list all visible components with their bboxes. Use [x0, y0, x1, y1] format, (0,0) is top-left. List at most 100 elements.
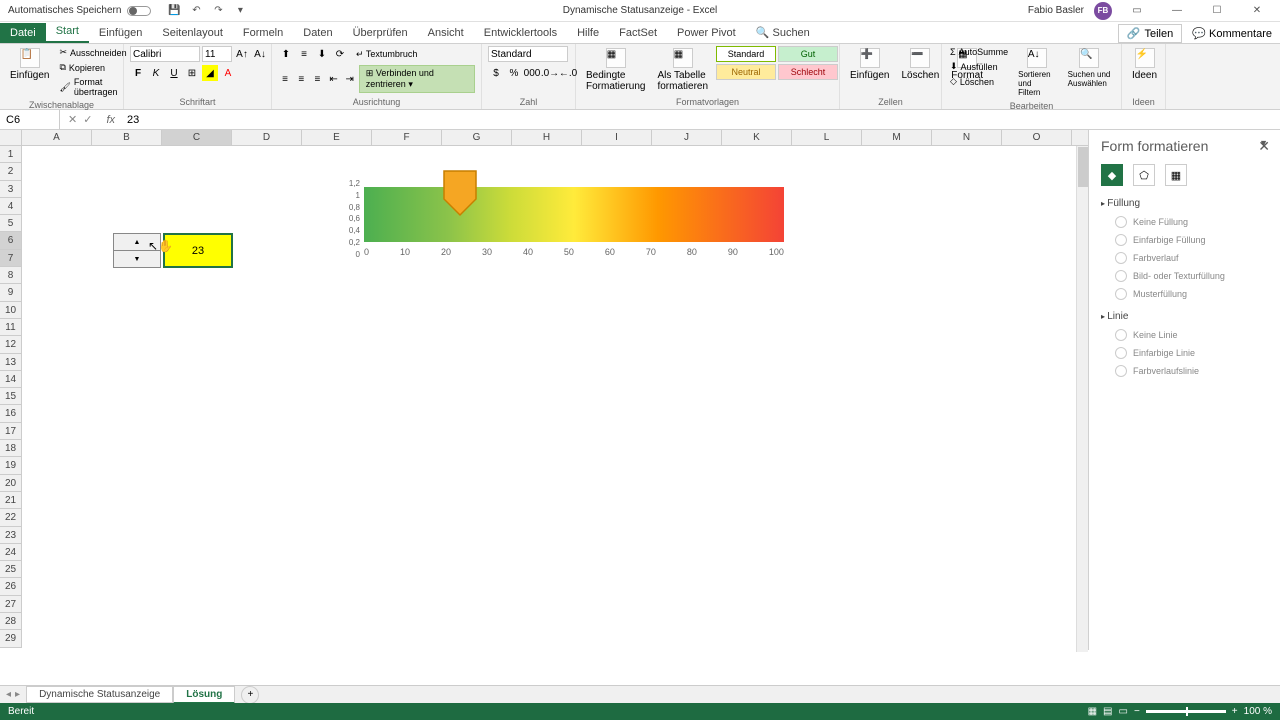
align-left-icon[interactable]: ≡ — [278, 71, 292, 87]
comma-icon[interactable]: 000 — [524, 65, 540, 81]
pane-size-icon[interactable]: ▦ — [1165, 164, 1187, 186]
row-header-21[interactable]: 21 — [0, 492, 21, 509]
delete-cells-button[interactable]: ➖Löschen — [897, 46, 943, 83]
row-header-16[interactable]: 16 — [0, 405, 21, 422]
tab-seitenlayout[interactable]: Seitenlayout — [152, 23, 233, 43]
fill-button[interactable]: ⬇ Ausfüllen — [948, 60, 1010, 73]
close-icon[interactable]: ✕ — [1242, 1, 1272, 21]
vertical-scrollbar[interactable] — [1076, 146, 1088, 652]
ideas-button[interactable]: ⚡Ideen — [1128, 46, 1161, 83]
col-header-B[interactable]: B — [92, 130, 162, 145]
sheet-tab-1[interactable]: Dynamische Statusanzeige — [26, 686, 173, 703]
row-header-3[interactable]: 3 — [0, 181, 21, 198]
opt-gradient-line[interactable]: Farbverlaufslinie — [1101, 362, 1268, 380]
autosum-button[interactable]: Σ AutoSumme — [948, 46, 1010, 58]
row-header-28[interactable]: 28 — [0, 613, 21, 630]
sheet-next-icon[interactable]: ▸ — [15, 689, 20, 700]
row-header-8[interactable]: 8 — [0, 267, 21, 284]
grow-font-icon[interactable]: A↑ — [234, 46, 250, 62]
row-header-4[interactable]: 4 — [0, 198, 21, 215]
share-button[interactable]: 🔗 Teilen — [1118, 24, 1182, 43]
indent-inc-icon[interactable]: ⇥ — [343, 71, 357, 87]
enter-formula-icon[interactable]: ✓ — [83, 113, 92, 126]
tab-einfuegen[interactable]: Einfügen — [89, 23, 152, 43]
col-header-G[interactable]: G — [442, 130, 512, 145]
ribbon-options-icon[interactable]: ▭ — [1122, 1, 1152, 21]
shrink-font-icon[interactable]: A↓ — [252, 46, 268, 62]
view-layout-icon[interactable]: ▤ — [1103, 706, 1112, 717]
tab-entwicklertools[interactable]: Entwicklertools — [474, 23, 567, 43]
paste-button[interactable]: 📋Einfügen — [6, 46, 53, 83]
style-neutral[interactable]: Neutral — [716, 64, 776, 80]
select-all-corner[interactable] — [0, 130, 22, 145]
tab-start[interactable]: Start — [46, 21, 89, 43]
zoom-out-icon[interactable]: − — [1134, 706, 1140, 717]
number-format-select[interactable] — [488, 46, 568, 62]
clear-button[interactable]: ◇ Löschen — [948, 75, 1010, 88]
pane-close-icon[interactable]: ✕ — [1258, 138, 1270, 155]
spinner-control[interactable]: ▲ ▼ — [113, 233, 161, 268]
autosave-toggle[interactable]: Automatisches Speichern — [0, 5, 159, 16]
sheet-tab-2[interactable]: Lösung — [173, 686, 235, 704]
find-select-button[interactable]: 🔍Suchen und Auswählen — [1064, 46, 1115, 90]
tab-factset[interactable]: FactSet — [609, 23, 667, 43]
col-header-C[interactable]: C — [162, 130, 232, 145]
zoom-slider[interactable] — [1146, 710, 1226, 713]
row-header-11[interactable]: 11 — [0, 319, 21, 336]
row-header-18[interactable]: 18 — [0, 440, 21, 457]
save-icon[interactable]: 💾 — [167, 4, 181, 18]
formula-input[interactable]: 23 — [121, 114, 1280, 126]
pane-effects-icon[interactable]: ⬠ — [1133, 164, 1155, 186]
row-header-14[interactable]: 14 — [0, 371, 21, 388]
row-header-17[interactable]: 17 — [0, 423, 21, 440]
tab-powerpivot[interactable]: Power Pivot — [667, 23, 746, 43]
tab-ansicht[interactable]: Ansicht — [418, 23, 474, 43]
col-header-L[interactable]: L — [792, 130, 862, 145]
user-avatar[interactable]: FB — [1094, 2, 1112, 20]
font-color-button[interactable]: A — [220, 65, 236, 81]
redo-icon[interactable]: ↷ — [211, 4, 225, 18]
row-header-23[interactable]: 23 — [0, 527, 21, 544]
align-middle-icon[interactable]: ≡ — [296, 46, 312, 62]
tab-daten[interactable]: Daten — [293, 23, 342, 43]
col-header-N[interactable]: N — [932, 130, 1002, 145]
style-schlecht[interactable]: Schlecht — [778, 64, 838, 80]
toggle-switch[interactable] — [127, 6, 151, 16]
row-header-24[interactable]: 24 — [0, 544, 21, 561]
row-header-25[interactable]: 25 — [0, 561, 21, 578]
border-button[interactable]: ⊞ — [184, 65, 200, 81]
percent-icon[interactable]: % — [506, 65, 522, 81]
minimize-icon[interactable]: — — [1162, 1, 1192, 21]
row-header-9[interactable]: 9 — [0, 284, 21, 301]
spinner-down-icon[interactable]: ▼ — [114, 251, 160, 267]
section-line[interactable]: Linie — [1101, 311, 1268, 322]
opt-no-line[interactable]: Keine Linie — [1101, 326, 1268, 344]
dec-decimal-icon[interactable]: ←.0 — [560, 65, 576, 81]
align-top-icon[interactable]: ⬆ — [278, 46, 294, 62]
row-header-20[interactable]: 20 — [0, 475, 21, 492]
row-header-27[interactable]: 27 — [0, 596, 21, 613]
opt-gradient-fill[interactable]: Farbverlauf — [1101, 249, 1268, 267]
pane-fill-line-icon[interactable]: ◆ — [1101, 164, 1123, 186]
search-box[interactable]: 🔍 Suchen — [746, 22, 820, 43]
row-header-19[interactable]: 19 — [0, 457, 21, 474]
underline-button[interactable]: U — [166, 65, 182, 81]
col-header-I[interactable]: I — [582, 130, 652, 145]
zoom-level[interactable]: 100 % — [1244, 706, 1272, 717]
tab-ueberpruefen[interactable]: Überprüfen — [343, 23, 418, 43]
col-header-F[interactable]: F — [372, 130, 442, 145]
name-box[interactable]: C6 — [0, 110, 60, 129]
currency-icon[interactable]: $ — [488, 65, 504, 81]
col-header-K[interactable]: K — [722, 130, 792, 145]
merge-center-button[interactable]: ⊞ Verbinden und zentrieren ▾ — [359, 65, 475, 93]
align-bottom-icon[interactable]: ⬇ — [314, 46, 330, 62]
row-header-12[interactable]: 12 — [0, 336, 21, 353]
spinner-up-icon[interactable]: ▲ — [114, 234, 160, 251]
view-break-icon[interactable]: ▭ — [1119, 706, 1128, 717]
qa-dropdown-icon[interactable]: ▾ — [233, 4, 247, 18]
row-header-2[interactable]: 2 — [0, 163, 21, 180]
indent-dec-icon[interactable]: ⇤ — [326, 71, 340, 87]
col-header-D[interactable]: D — [232, 130, 302, 145]
style-gut[interactable]: Gut — [778, 46, 838, 62]
row-header-29[interactable]: 29 — [0, 630, 21, 647]
